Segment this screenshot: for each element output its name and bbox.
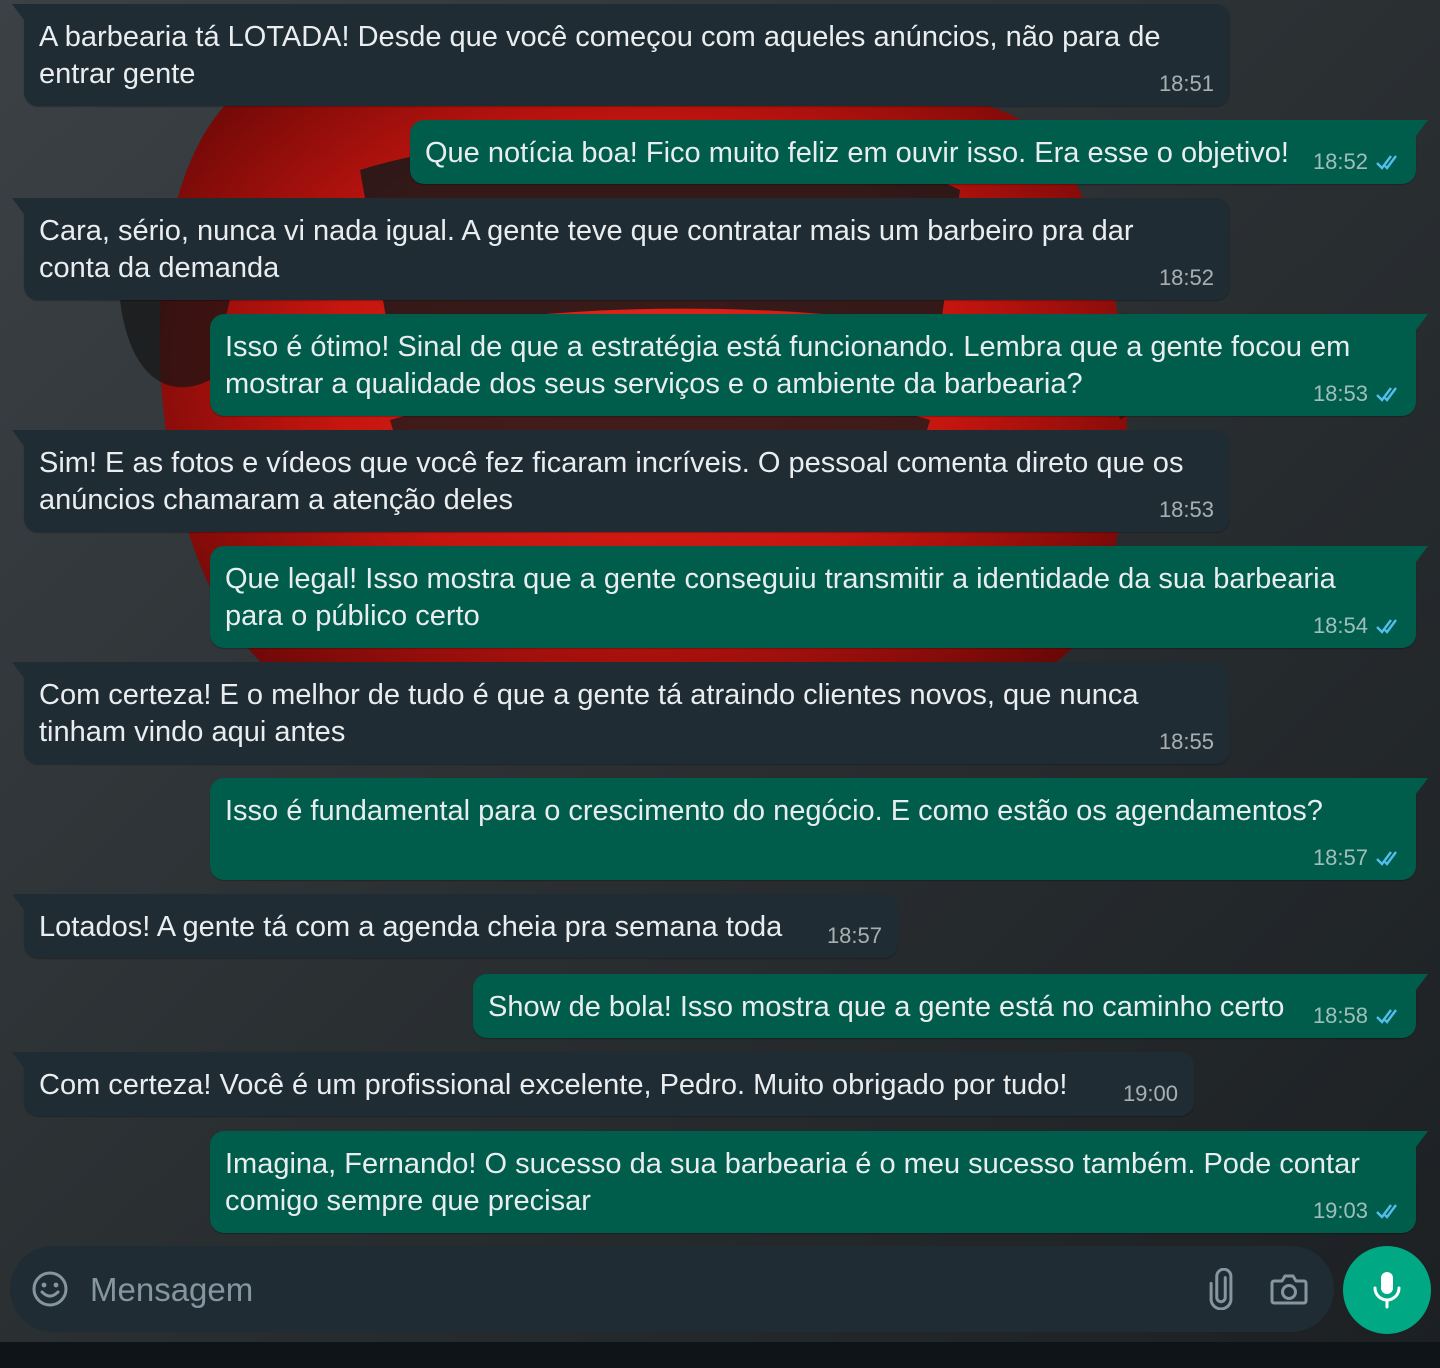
message-time: 18:57	[826, 923, 882, 948]
bubble-tail	[1416, 778, 1428, 794]
message-composer	[10, 1246, 1334, 1332]
message-text: Com certeza! Você é um profissional exce…	[39, 1069, 1068, 1101]
message-meta: 18:53	[1159, 498, 1214, 522]
message-meta: 18:51	[1159, 72, 1214, 96]
bubble-tail	[1416, 974, 1428, 990]
bubble-tail	[1416, 314, 1428, 330]
bubble-tail	[12, 4, 24, 20]
message-time: 18:57	[1312, 845, 1368, 870]
double-check-icon	[1376, 387, 1397, 402]
message-time: 18:55	[1158, 729, 1214, 754]
message-text: Cara, sério, nunca vi nada igual. A gent…	[39, 215, 1134, 284]
message-bubble-incoming[interactable]: Com certeza! E o melhor de tudo é que a …	[12, 662, 1230, 764]
message-meta: 18:52	[1313, 150, 1402, 174]
message-text: Com certeza! E o melhor de tudo é que a …	[39, 679, 1139, 748]
message-meta: 19:03	[1313, 1199, 1402, 1223]
message-meta: 18:57	[827, 924, 882, 948]
message-time: 18:54	[1312, 613, 1368, 638]
message-bubble-outgoing[interactable]: Que legal! Isso mostra que a gente conse…	[210, 546, 1428, 648]
bubble-tail	[12, 894, 24, 910]
message-time: 18:53	[1158, 497, 1214, 522]
message-time: 19:03	[1312, 1198, 1368, 1223]
message-meta: 18:57	[1313, 846, 1402, 870]
system-navigation-bar	[0, 1342, 1440, 1368]
double-check-icon	[1376, 851, 1397, 866]
microphone-icon	[1373, 1272, 1401, 1309]
message-meta: 18:58	[1313, 1004, 1402, 1028]
message-bubble-incoming[interactable]: Cara, sério, nunca vi nada igual. A gent…	[12, 198, 1230, 300]
emoji-icon[interactable]	[30, 1269, 70, 1309]
bubble-tail	[1416, 546, 1428, 562]
double-check-icon	[1376, 619, 1397, 634]
message-bubble-incoming[interactable]: A barbearia tá LOTADA! Desde que você co…	[12, 4, 1230, 106]
message-time: 18:53	[1312, 381, 1368, 406]
message-bubble-outgoing[interactable]: Isso é ótimo! Sinal de que a estratégia …	[210, 314, 1428, 416]
message-time: 18:51	[1158, 71, 1214, 96]
microphone-button[interactable]	[1343, 1246, 1431, 1334]
message-meta: 18:55	[1159, 730, 1214, 754]
message-bubble-outgoing[interactable]: Imagina, Fernando! O sucesso da sua barb…	[210, 1131, 1428, 1233]
message-bubble-outgoing[interactable]: Que notícia boa! Fico muito feliz em ouv…	[410, 120, 1428, 184]
bubble-tail	[12, 1052, 24, 1068]
message-meta: 18:53	[1313, 382, 1402, 406]
message-text: Que notícia boa! Fico muito feliz em ouv…	[425, 137, 1289, 169]
message-meta: 18:52	[1159, 266, 1214, 290]
message-text: A barbearia tá LOTADA! Desde que você co…	[39, 21, 1161, 90]
double-check-icon	[1376, 1009, 1397, 1024]
message-text: Lotados! A gente tá com a agenda cheia p…	[39, 911, 783, 943]
message-time: 18:52	[1158, 265, 1214, 290]
message-text: Show de bola! Isso mostra que a gente es…	[488, 991, 1285, 1023]
message-text: Isso é fundamental para o crescimento do…	[225, 795, 1323, 827]
message-text: Sim! E as fotos e vídeos que você fez fi…	[39, 447, 1184, 516]
bubble-tail	[1416, 1131, 1428, 1147]
message-time: 19:00	[1122, 1081, 1178, 1106]
message-bubble-incoming[interactable]: Lotados! A gente tá com a agenda cheia p…	[12, 894, 898, 958]
message-input[interactable]	[88, 1264, 1172, 1316]
bubble-tail	[12, 662, 24, 678]
message-bubble-outgoing[interactable]: Show de bola! Isso mostra que a gente es…	[473, 974, 1428, 1038]
double-check-icon	[1376, 155, 1397, 170]
bubble-tail	[1416, 120, 1428, 136]
message-time: 18:58	[1312, 1003, 1368, 1028]
message-text: Imagina, Fernando! O sucesso da sua barb…	[225, 1148, 1360, 1217]
message-text: Isso é ótimo! Sinal de que a estratégia …	[225, 331, 1351, 400]
message-meta: 19:00	[1123, 1082, 1178, 1106]
message-meta: 18:54	[1313, 614, 1402, 638]
message-bubble-outgoing[interactable]: Isso é fundamental para o crescimento do…	[210, 778, 1428, 880]
message-bubble-incoming[interactable]: Sim! E as fotos e vídeos que você fez fi…	[12, 430, 1230, 532]
bubble-tail	[12, 430, 24, 446]
message-text: Que legal! Isso mostra que a gente conse…	[225, 563, 1336, 632]
message-bubble-incoming[interactable]: Com certeza! Você é um profissional exce…	[12, 1052, 1194, 1116]
message-time: 18:52	[1312, 149, 1368, 174]
double-check-icon	[1376, 1204, 1397, 1219]
paperclip-icon[interactable]	[1200, 1268, 1242, 1310]
bubble-tail	[12, 198, 24, 214]
camera-icon[interactable]	[1268, 1268, 1310, 1310]
